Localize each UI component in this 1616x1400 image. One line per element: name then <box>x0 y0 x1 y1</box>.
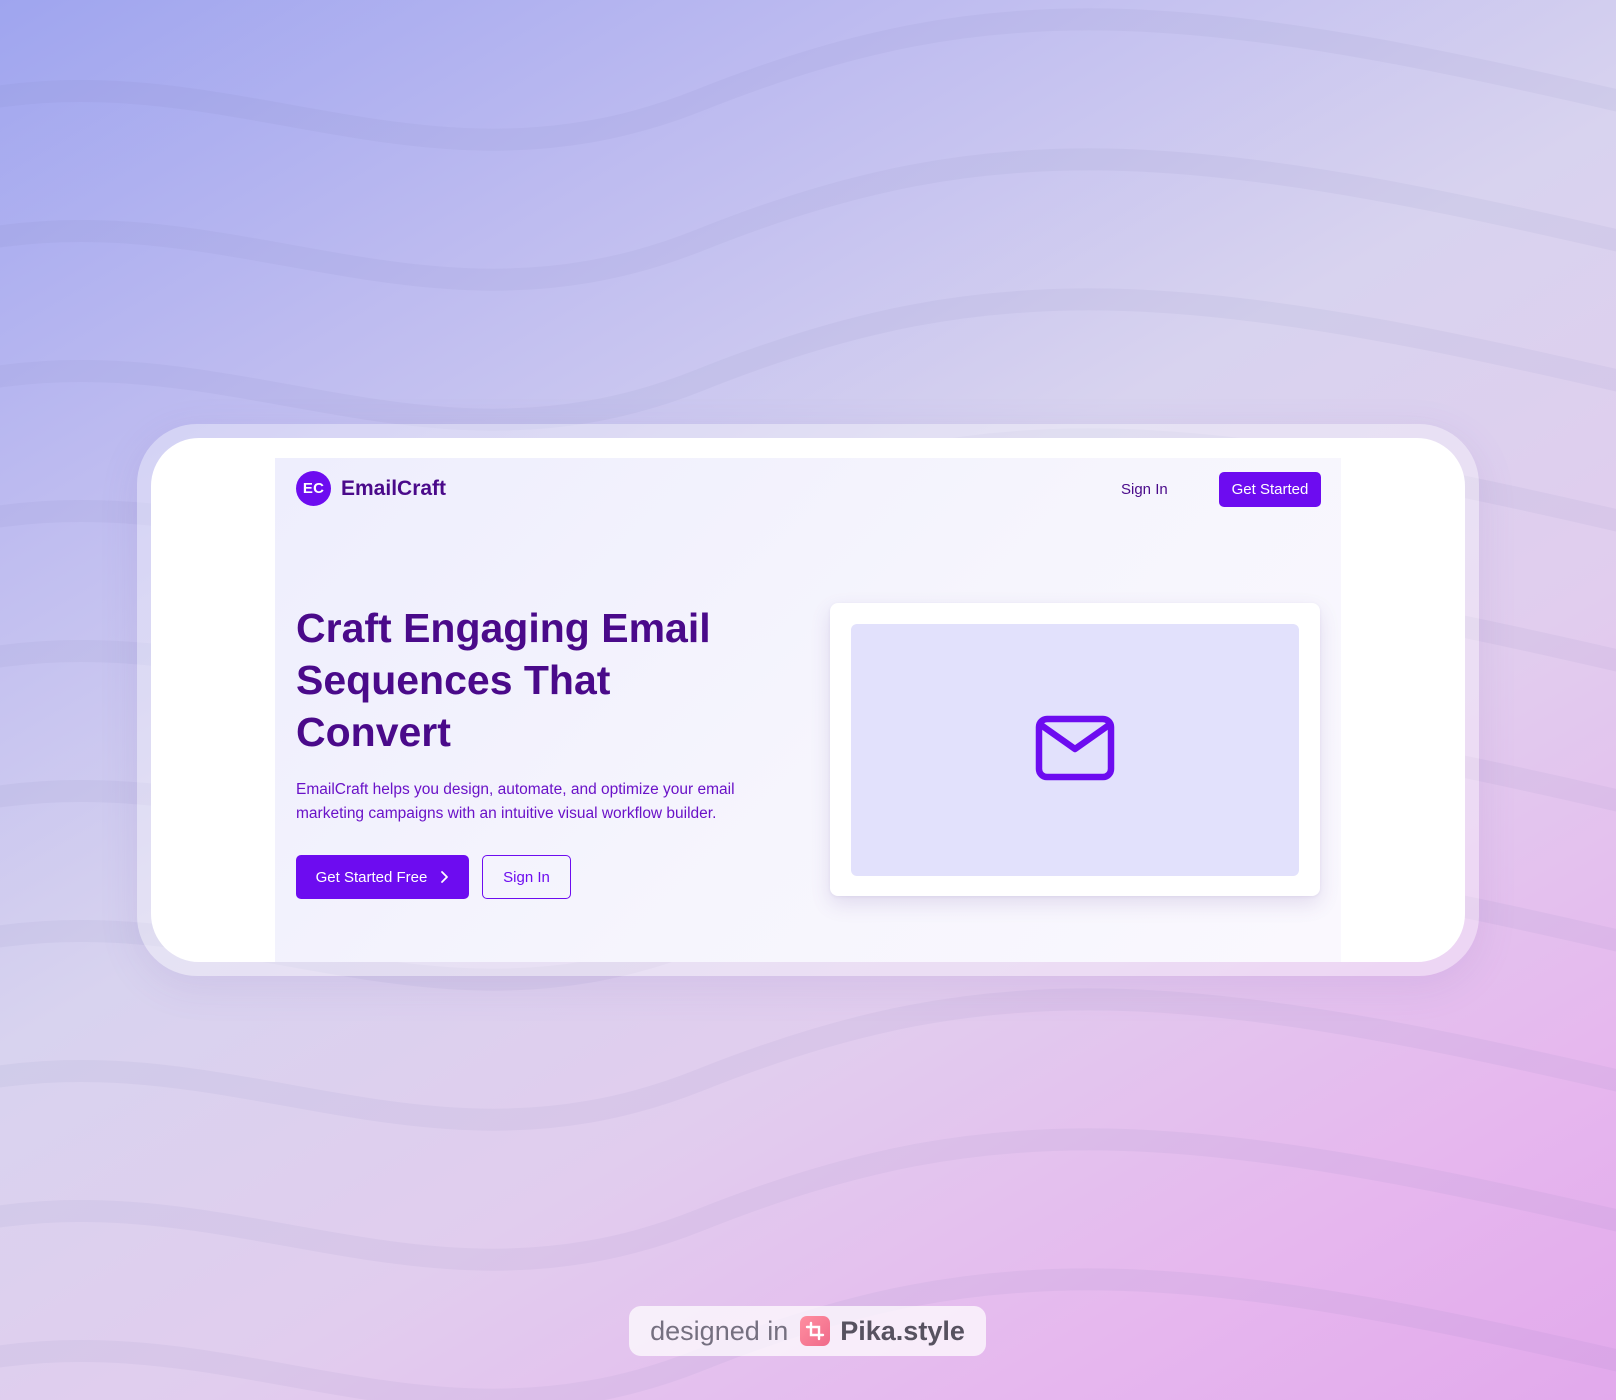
watermark-prefix: designed in <box>650 1315 789 1346</box>
brand-name: EmailCraft <box>341 476 447 500</box>
nav-sign-in-link[interactable]: Sign In <box>1121 472 1168 507</box>
get-started-free-label: Get Started Free <box>315 868 428 886</box>
brand-logo[interactable]: EC EmailCraft <box>296 471 446 506</box>
watermark-brand: Pika.style <box>840 1315 965 1346</box>
nav-get-started-button[interactable]: Get Started <box>1219 472 1321 507</box>
device-frame: EC EmailCraft Sign In Get Started Craft … <box>137 424 1479 976</box>
hero-sign-in-button[interactable]: Sign In <box>482 855 571 899</box>
chevron-right-icon <box>439 870 449 884</box>
preview-card <box>830 603 1320 896</box>
device-screen: EC EmailCraft Sign In Get Started Craft … <box>151 438 1465 962</box>
mail-icon <box>1035 715 1115 786</box>
pika-watermark[interactable]: designed in Pika.style <box>629 1306 986 1356</box>
hero-description: EmailCraft helps you design, automate, a… <box>296 781 735 822</box>
landing-page: EC EmailCraft Sign In Get Started Craft … <box>275 458 1341 962</box>
logo-badge: EC <box>296 471 331 506</box>
pika-logo-icon <box>800 1316 831 1346</box>
hero-title: Craft Engaging Email Sequences That Conv… <box>296 605 711 755</box>
preview-image <box>851 624 1299 876</box>
get-started-free-button[interactable]: Get Started Free <box>296 855 469 899</box>
